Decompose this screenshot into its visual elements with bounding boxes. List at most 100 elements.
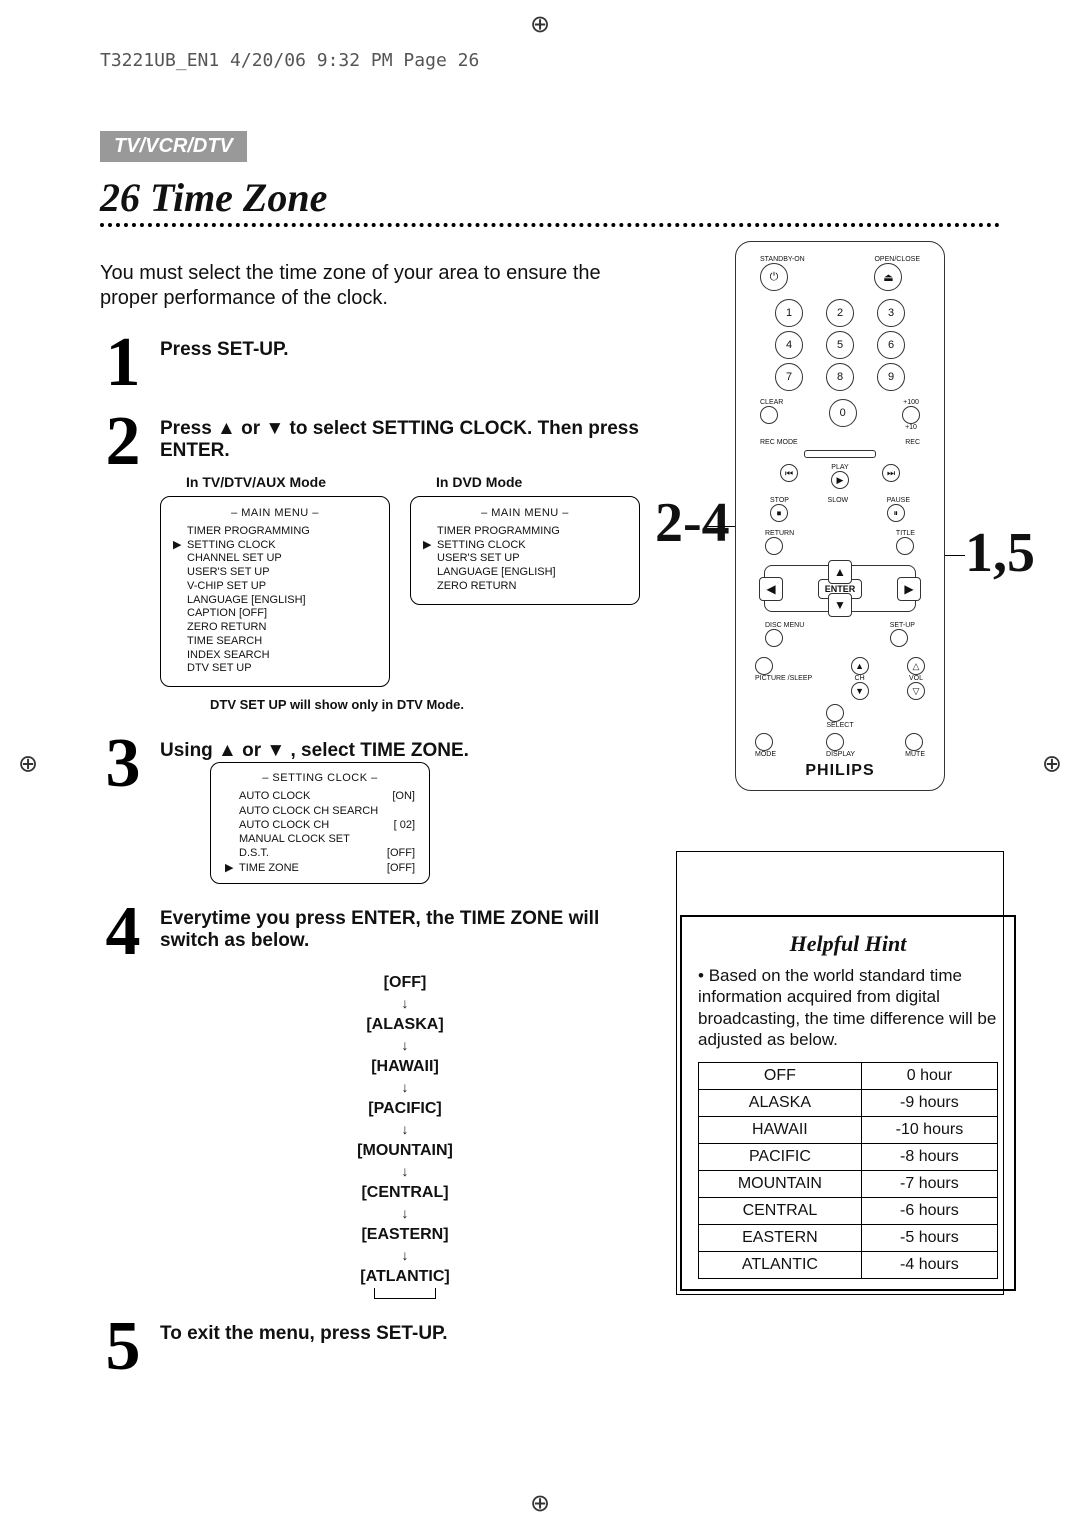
setting-clock-screen: – SETTING CLOCK –AUTO CLOCK[ON]AUTO CLOC… (210, 762, 430, 884)
hint-offset-cell: -5 hours (861, 1225, 997, 1252)
openclose-label: OPEN/CLOSE (874, 256, 920, 263)
tv-mode-label: In TV/DTV/AUX Mode (186, 474, 390, 490)
dtv-setup-note: DTV SET UP will show only in DTV Mode. (210, 697, 470, 712)
hint-zone-cell: MOUNTAIN (699, 1171, 862, 1198)
select-button[interactable] (826, 704, 844, 722)
num-0-button[interactable]: 0 (829, 399, 857, 427)
section-tag: TV/VCR/DTV (100, 131, 247, 162)
hint-zone-cell: CENTRAL (699, 1198, 862, 1225)
title-label: TITLE (896, 530, 915, 537)
standby-label: STANDBY-ON (760, 256, 805, 263)
nav-left-button[interactable]: ◀ (759, 577, 783, 601)
hint-table: OFF0 hourALASKA-9 hoursHAWAII-10 hoursPA… (698, 1062, 998, 1279)
step-5-title: To exit the menu, press SET-UP. (160, 1323, 650, 1345)
reg-mark-bottom: ⊕ (530, 1489, 550, 1518)
clear-button[interactable] (760, 406, 778, 424)
display-label: DISPLAY (826, 751, 855, 758)
step-1: 1 Press SET-UP. (100, 331, 650, 394)
hint-zone-cell: ALASKA (699, 1090, 862, 1117)
play-button[interactable]: ▶ (831, 471, 849, 489)
left-column: You must select the time zone of your ar… (100, 241, 650, 1382)
num-4-button[interactable]: 4 (775, 331, 803, 359)
remote-control-diagram: STANDBY-ON ⏻ OPEN/CLOSE ⏏ 123 456 789 CLEA… (735, 241, 945, 791)
page-number: 26 (100, 175, 140, 220)
slow-label: SLOW (828, 497, 849, 522)
vol-up-button[interactable]: △ (907, 657, 925, 675)
select-label: SELECT (826, 722, 853, 729)
hint-zone-cell: OFF (699, 1063, 862, 1090)
tv-main-menu-screen: – MAIN MENU –TIMER PROGRAMMING▶SETTING C… (160, 496, 390, 687)
nav-cluster: ▲ ▼ ◀ ▶ ENTER (764, 565, 916, 612)
step-2-number: 2 (100, 410, 146, 716)
page-title: 26 Time Zone (100, 174, 1000, 221)
step-4-number: 4 (100, 900, 146, 1299)
dvd-mode-label: In DVD Mode (436, 474, 640, 490)
step-3-number: 3 (100, 732, 146, 884)
num-2-button[interactable]: 2 (826, 299, 854, 327)
page: ⊕ ⊕ ⊕ ⊕ T3221UB_EN1 4/20/06 9:32 PM Page… (0, 0, 1080, 1528)
callout-steps-2-4: 2-4 (655, 491, 730, 555)
return-button[interactable] (765, 537, 783, 555)
title-button[interactable] (896, 537, 914, 555)
reg-mark-top: ⊕ (530, 10, 550, 39)
display-button[interactable] (826, 733, 844, 751)
hint-offset-cell: 0 hour (861, 1063, 997, 1090)
rec-mode-bar[interactable] (804, 450, 876, 458)
hint-offset-cell: -4 hours (861, 1252, 997, 1279)
disc-menu-button[interactable] (765, 629, 783, 647)
hint-zone-cell: ATLANTIC (699, 1252, 862, 1279)
nav-down-button[interactable]: ▼ (828, 593, 852, 617)
hint-zone-cell: PACIFIC (699, 1144, 862, 1171)
hint-title: Helpful Hint (698, 931, 998, 957)
picture-sleep-button[interactable] (755, 657, 773, 675)
num-3-button[interactable]: 3 (877, 299, 905, 327)
hint-offset-cell: -8 hours (861, 1144, 997, 1171)
ch-up-button[interactable]: ▲ (851, 657, 869, 675)
nav-right-button[interactable]: ▶ (897, 577, 921, 601)
vol-down-button[interactable]: ▽ (907, 682, 925, 700)
clear-label: CLEAR (760, 399, 783, 406)
stop-button[interactable]: ⏹ (770, 504, 788, 522)
disc-menu-label: DISC MENU (765, 622, 804, 629)
mute-label: MUTE (905, 751, 925, 758)
skip-fwd-button[interactable]: ⏭ (882, 464, 900, 482)
hint-offset-cell: -9 hours (861, 1090, 997, 1117)
pause-label: PAUSE (887, 497, 910, 504)
setup-button[interactable] (890, 629, 908, 647)
reg-mark-left: ⊕ (18, 750, 38, 779)
pause-button[interactable]: ⏸ (887, 504, 905, 522)
step-3-title: Using ▲ or ▼ , select TIME ZONE. (160, 740, 650, 762)
hint-offset-cell: -6 hours (861, 1198, 997, 1225)
num-5-button[interactable]: 5 (826, 331, 854, 359)
nav-up-button[interactable]: ▲ (828, 560, 852, 584)
p100-button[interactable] (902, 406, 920, 424)
skip-back-button[interactable]: ⏮ (780, 464, 798, 482)
vol-label: VOL (907, 675, 925, 682)
hint-zone-cell: HAWAII (699, 1117, 862, 1144)
recmode-label: REC MODE (760, 439, 798, 446)
return-label: RETURN (765, 530, 794, 537)
standby-button[interactable]: ⏻ (760, 263, 788, 291)
step-4-title: Everytime you press ENTER, the TIME ZONE… (160, 908, 650, 952)
mode-button[interactable] (755, 733, 773, 751)
hint-zone-cell: EASTERN (699, 1225, 862, 1252)
helpful-hint-outer: Helpful Hint • Based on the world standa… (676, 851, 1004, 1295)
num-9-button[interactable]: 9 (877, 363, 905, 391)
hint-offset-cell: -7 hours (861, 1171, 997, 1198)
ch-down-button[interactable]: ▼ (851, 682, 869, 700)
p10-label: +10 (902, 424, 920, 431)
step-2: 2 Press ▲ or ▼ to select SETTING CLOCK. … (100, 410, 650, 716)
picture-sleep-label: PICTURE /SLEEP (755, 675, 812, 682)
num-8-button[interactable]: 8 (826, 363, 854, 391)
rec-label: REC (905, 439, 920, 446)
play-label: PLAY (831, 464, 849, 471)
num-6-button[interactable]: 6 (877, 331, 905, 359)
mute-button[interactable] (905, 733, 923, 751)
num-7-button[interactable]: 7 (775, 363, 803, 391)
num-1-button[interactable]: 1 (775, 299, 803, 327)
setup-label: SET-UP (890, 622, 915, 629)
stop-label: STOP (770, 497, 789, 504)
brand-logo: PHILIPS (805, 762, 874, 780)
openclose-button[interactable]: ⏏ (874, 263, 902, 291)
title-text: Time Zone (150, 175, 327, 220)
